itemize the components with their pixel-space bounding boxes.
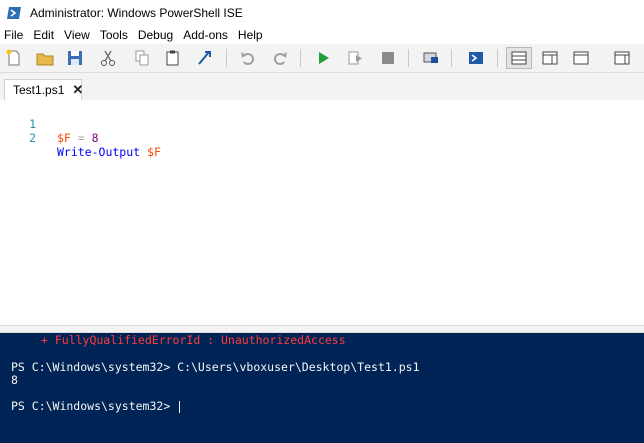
toolbar [0, 44, 644, 73]
layout-right-button[interactable] [540, 48, 560, 68]
stop-icon [382, 52, 394, 64]
new-icon [6, 49, 20, 66]
layout-right-icon [542, 51, 558, 65]
save-icon [68, 51, 82, 65]
copy-icon [135, 50, 149, 66]
layout-max-button[interactable] [571, 48, 591, 68]
undo-icon [241, 52, 254, 65]
toolbar-separator [226, 49, 227, 67]
undo-button[interactable] [238, 48, 258, 68]
menu-addons[interactable]: Add-ons [179, 28, 234, 42]
text-cursor [179, 400, 181, 413]
console-error-line: + FullyQualifiedErrorId : UnauthorizedAc… [41, 333, 346, 347]
console-prompt-text: PS C:\Windows\system32> [11, 399, 178, 413]
code-text: $F = 8 [57, 131, 99, 145]
powershell-console-button[interactable] [466, 48, 486, 68]
run-selection-button[interactable] [345, 48, 365, 68]
menu-edit[interactable]: Edit [29, 28, 60, 42]
run-button[interactable] [313, 48, 333, 68]
toolbar-separator [408, 49, 409, 67]
code-text: Write-Output $F [57, 145, 161, 159]
menu-debug[interactable]: Debug [134, 28, 179, 42]
code-line: 1 $F = 8 [0, 103, 99, 145]
code-variable: $F [147, 145, 161, 159]
clear-console-icon [198, 51, 211, 65]
toolbar-separator [497, 49, 498, 67]
code-number: 8 [91, 131, 99, 145]
run-selection-icon [348, 51, 362, 65]
title-bar: Administrator: Windows PowerShell ISE [0, 0, 644, 26]
console-output-line: 8 [11, 373, 18, 387]
paste-icon [166, 50, 179, 66]
open-button[interactable] [35, 48, 55, 68]
powershell-icon [7, 7, 21, 19]
redo-button[interactable] [270, 48, 290, 68]
cut-icon [101, 50, 115, 66]
cut-button[interactable] [98, 48, 118, 68]
copy-button[interactable] [132, 48, 152, 68]
clear-console-button[interactable] [195, 48, 215, 68]
layout-extra-icon [614, 51, 630, 65]
new-button[interactable] [4, 48, 24, 68]
open-icon [36, 53, 54, 66]
toolbar-separator [300, 49, 301, 67]
menu-tools[interactable]: Tools [96, 28, 134, 42]
tab-strip: Test1.ps1 ✕ [0, 73, 644, 101]
remote-session-button[interactable] [421, 48, 441, 68]
window-title: Administrator: Windows PowerShell ISE [30, 6, 243, 20]
tab-test1[interactable]: Test1.ps1 ✕ [4, 79, 83, 100]
console-prompt-line: PS C:\Windows\system32> [11, 399, 181, 413]
layout-top-icon [511, 51, 527, 65]
paste-button[interactable] [163, 48, 183, 68]
redo-icon [274, 52, 287, 65]
pane-splitter[interactable] [0, 325, 644, 333]
toolbar-separator [451, 49, 452, 67]
console-prompt-line: PS C:\Windows\system32> C:\Users\vboxuse… [11, 360, 420, 374]
layout-top-button[interactable] [506, 47, 532, 69]
line-number: 2 [29, 131, 36, 145]
layout-max-icon [573, 51, 589, 65]
menu-bar: File Edit View Tools Debug Add-ons Help [0, 26, 644, 44]
run-icon [319, 52, 329, 64]
stop-button[interactable] [378, 48, 398, 68]
code-operator: = [70, 131, 92, 145]
layout-extra-button[interactable] [612, 48, 632, 68]
code-variable: $F [57, 131, 71, 145]
save-button[interactable] [65, 48, 85, 68]
powershell-console-icon [469, 52, 483, 64]
tab-label: Test1.ps1 [13, 83, 65, 97]
menu-view[interactable]: View [60, 28, 96, 42]
code-line: 2 Write-Output $F [0, 117, 161, 159]
menu-file[interactable]: File [0, 28, 29, 42]
remote-session-icon [423, 52, 438, 63]
close-icon[interactable]: ✕ [72, 82, 83, 98]
script-editor[interactable]: 1 $F = 8 2 Write-Output $F [0, 100, 644, 325]
console-pane[interactable]: + FullyQualifiedErrorId : UnauthorizedAc… [0, 333, 644, 443]
code-command: Write-Output [57, 145, 141, 159]
menu-help[interactable]: Help [234, 28, 269, 42]
